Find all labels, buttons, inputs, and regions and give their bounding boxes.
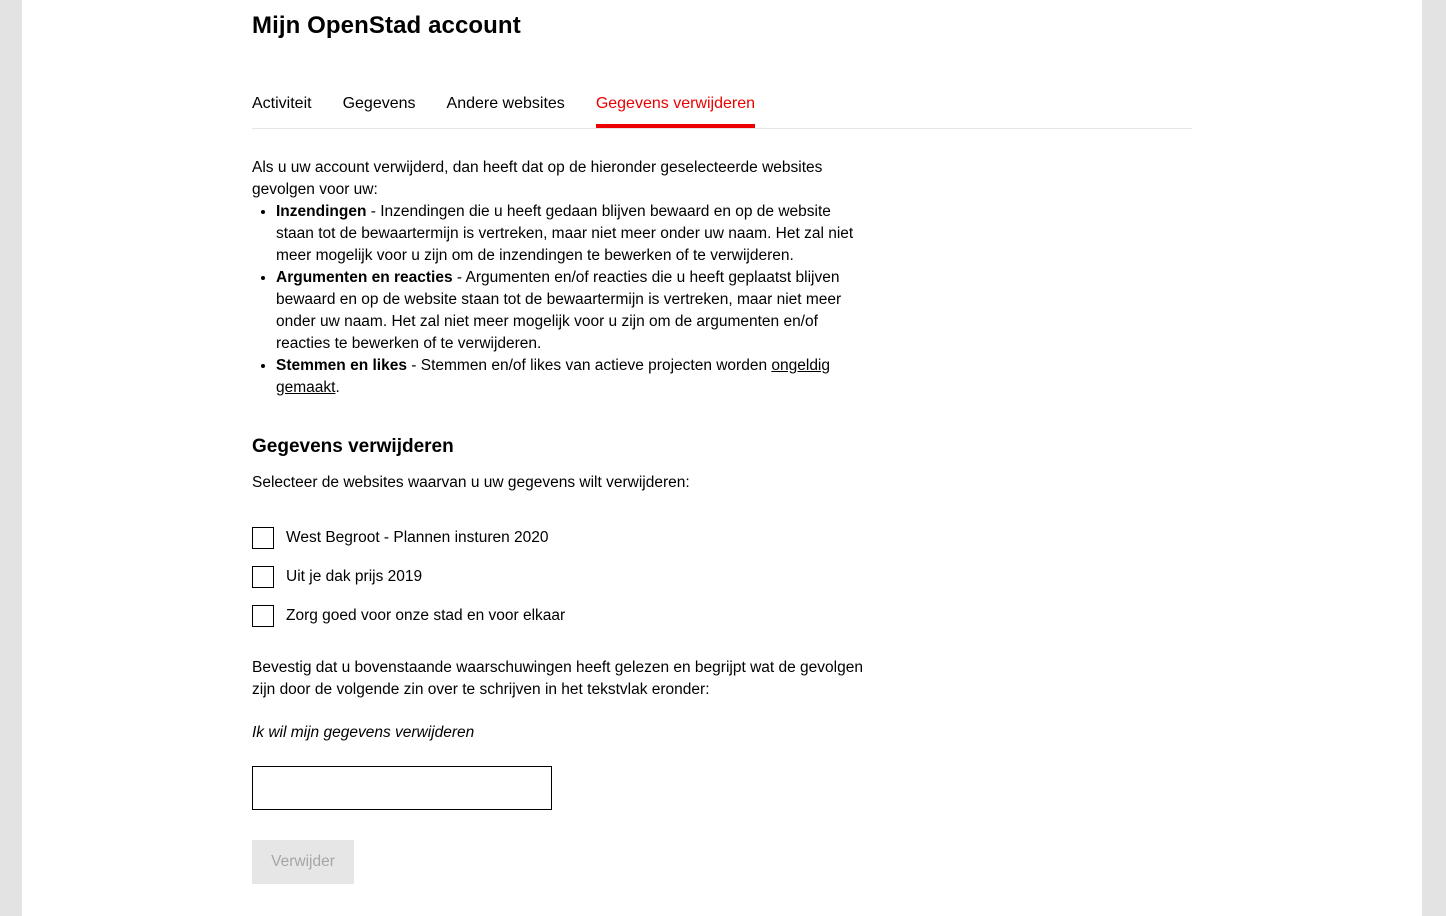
list-item: Inzendingen - Inzendingen die u heeft ge… (276, 201, 872, 267)
tab-gegevens-verwijderen[interactable]: Gegevens verwijderen (595, 88, 756, 128)
tab-activiteit[interactable]: Activiteit (252, 88, 312, 126)
website-checkbox-list: West Begroot - Plannen insturen 2020 Uit… (252, 526, 565, 643)
list-item: Argumenten en reacties - Argumenten en/o… (276, 267, 872, 355)
confirm-instruction: Bevestig dat u bovenstaande waarschuwing… (252, 659, 863, 698)
page: Mijn OpenStad account Activiteit Gegeven… (22, 0, 1422, 916)
list-item-title: Stemmen en likes (276, 357, 407, 374)
consequences-list: Inzendingen - Inzendingen die u heeft ge… (252, 201, 872, 399)
checkbox[interactable] (252, 527, 274, 549)
confirm-input[interactable] (252, 766, 552, 810)
list-item: Stemmen en likes - Stemmen en/of likes v… (276, 355, 872, 399)
site-option-zorg-goed[interactable]: Zorg goed voor onze stad en voor elkaar (252, 604, 565, 628)
page-title: Mijn OpenStad account (252, 12, 521, 39)
tab-andere-websites[interactable]: Andere websites (447, 88, 565, 126)
section-title: Gegevens verwijderen (252, 436, 454, 457)
list-item-suffix: . (335, 379, 340, 396)
site-option-west-begroot[interactable]: West Begroot - Plannen insturen 2020 (252, 526, 565, 550)
checkbox-label: West Begroot - Plannen insturen 2020 (286, 529, 549, 546)
list-item-title: Argumenten en reacties (276, 269, 453, 286)
intro-paragraph: Als u uw account verwijderd, dan heeft d… (252, 159, 823, 198)
checkbox[interactable] (252, 566, 274, 588)
list-item-text: - Stemmen en/of likes van actieve projec… (406, 357, 772, 374)
confirm-phrase: Ik wil mijn gegevens verwijderen (252, 724, 475, 741)
select-instruction: Selecteer de websites waarvan u uw gegev… (252, 474, 690, 491)
checkbox[interactable] (252, 605, 274, 627)
tab-gegevens[interactable]: Gegevens (343, 88, 416, 126)
checkbox-label: Zorg goed voor onze stad en voor elkaar (286, 607, 566, 624)
list-item-title: Inzendingen (276, 203, 367, 220)
intro-text-block: Als u uw account verwijderd, dan heeft d… (252, 157, 872, 399)
checkbox-label: Uit je dak prijs 2019 (286, 568, 423, 585)
site-option-uit-je-dak[interactable]: Uit je dak prijs 2019 (252, 565, 565, 589)
delete-button[interactable]: Verwijder (252, 840, 354, 884)
account-tabs: Activiteit Gegevens Andere websites Gege… (252, 88, 1192, 129)
